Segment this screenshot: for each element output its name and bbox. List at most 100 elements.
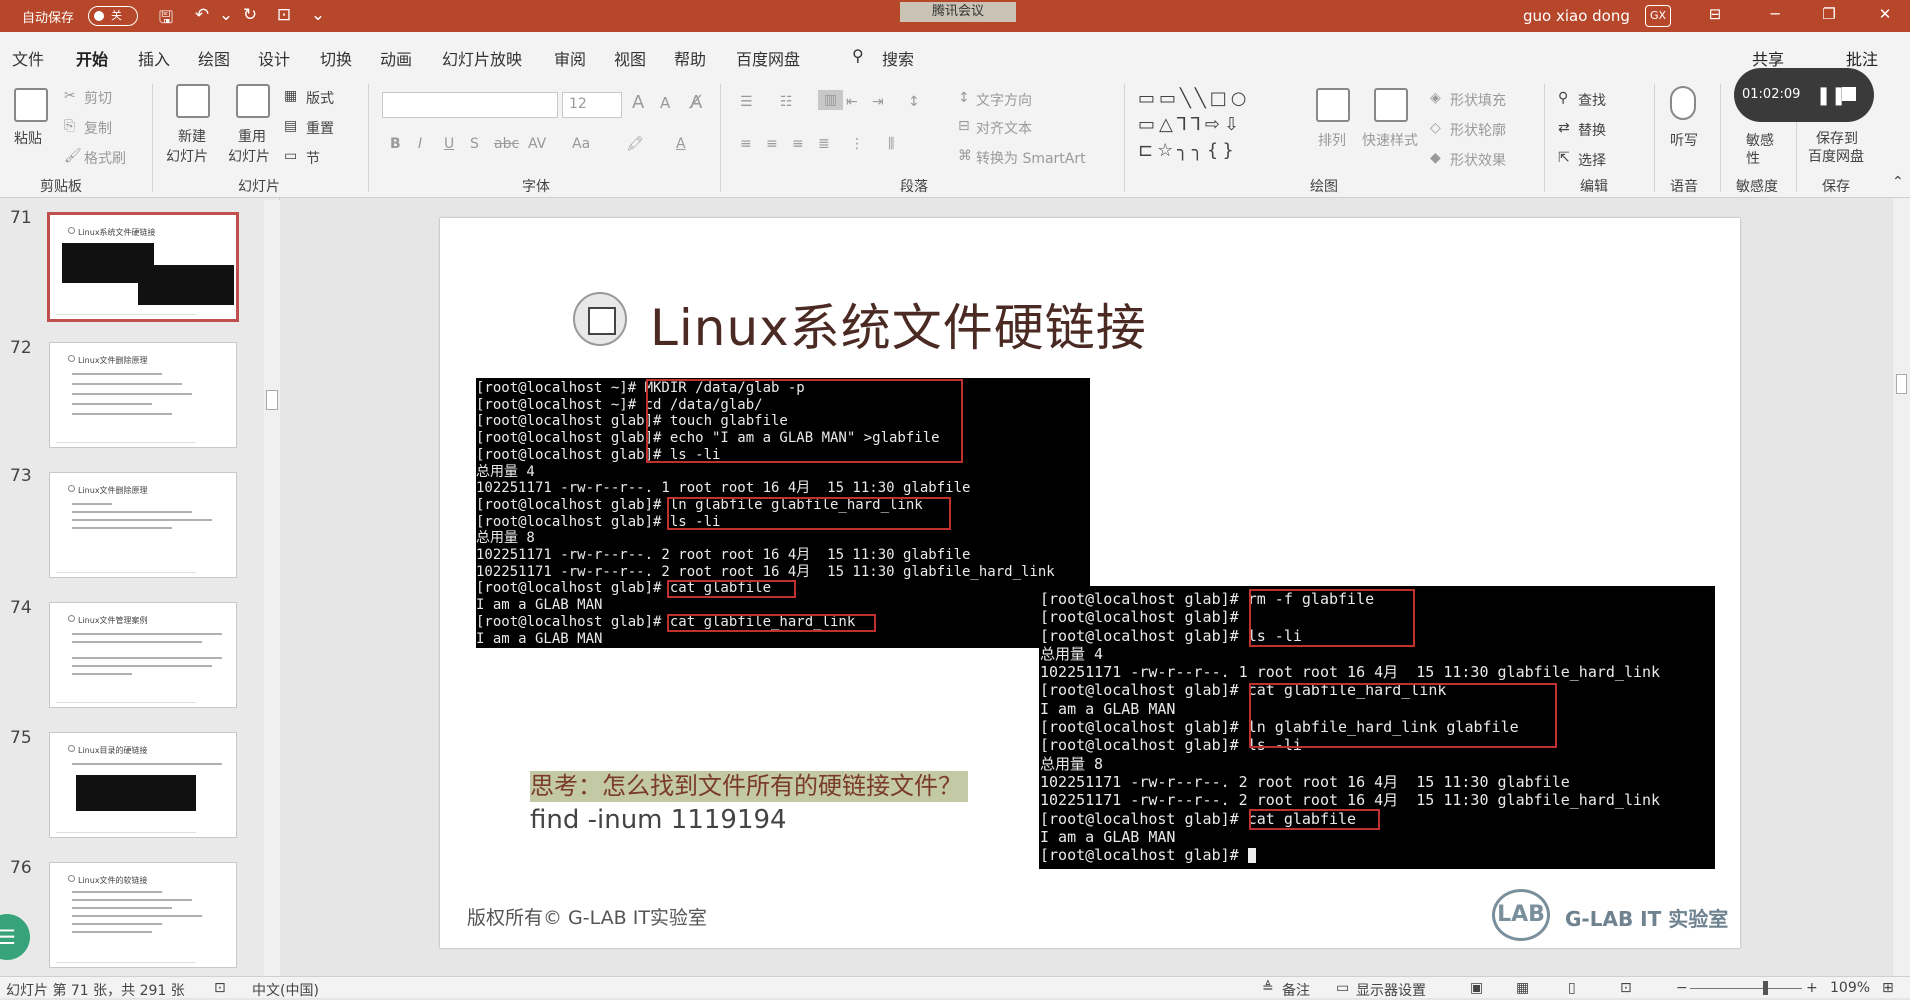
increase-indent-icon[interactable]: ⇥ (872, 94, 884, 110)
zoom-slider-knob[interactable] (1762, 981, 1768, 995)
copy-icon[interactable]: ⎘ (64, 118, 75, 134)
text-direction-icon[interactable]: ↕ (958, 90, 970, 106)
tab-home[interactable]: 开始 (76, 46, 109, 78)
slide-sorter-icon[interactable]: ▦ (1516, 980, 1529, 996)
cut-icon[interactable]: ✂ (64, 88, 76, 104)
reuse-slides-button-2[interactable]: 幻灯片 (228, 146, 270, 166)
reuse-slides-button[interactable]: 重用 (238, 126, 266, 146)
thumbnail-scrollbar[interactable] (264, 200, 280, 976)
reset-button[interactable]: 重置 (306, 118, 334, 138)
shape-effects-icon[interactable]: ◆ (1430, 150, 1441, 166)
strikethrough-icon[interactable]: abc (494, 136, 519, 152)
save-icon[interactable]: 🖫 (154, 5, 178, 34)
font-name-input[interactable] (382, 92, 558, 118)
find-icon[interactable]: ⚲ (1558, 90, 1568, 106)
tab-help[interactable]: 帮助 (674, 46, 706, 70)
shape-outline-icon[interactable]: ◇ (1430, 120, 1441, 136)
shape-fill-icon[interactable]: ◈ (1430, 90, 1441, 106)
bullets-icon[interactable]: ☰ (740, 94, 753, 110)
arrange-button[interactable]: 排列 (1318, 130, 1346, 150)
quick-styles-button[interactable]: 快速样式 (1362, 130, 1418, 150)
slide-thumbnail[interactable]: Linux目录的硬链接 (49, 732, 237, 838)
display-settings-button[interactable]: 显示器设置 (1356, 980, 1426, 1000)
align-center-icon[interactable]: ≡ (766, 136, 778, 152)
shape-fill-button[interactable]: 形状填充 (1450, 90, 1506, 110)
change-case-icon[interactable]: Aa (572, 136, 590, 152)
align-text-icon[interactable]: ⊟ (958, 118, 970, 134)
slide-thumbnail[interactable]: Linux文件删除原理 (49, 342, 237, 448)
tab-review[interactable]: 审阅 (554, 46, 586, 70)
align-left-icon[interactable]: ≡ (740, 136, 752, 152)
avatar[interactable]: GX (1645, 5, 1671, 27)
share-button[interactable]: 共享 (1752, 46, 1784, 70)
highlight-icon[interactable]: 🖍 (626, 136, 644, 152)
new-slide-button-2[interactable]: 幻灯片 (166, 146, 208, 166)
font-size-input[interactable]: 12 (562, 92, 622, 118)
language-indicator[interactable]: 中文(中国) (252, 980, 319, 1000)
new-slide-button[interactable]: 新建 (178, 126, 206, 146)
distribute-icon[interactable]: ⋮ (850, 136, 864, 152)
quick-styles-icon[interactable] (1374, 88, 1408, 122)
find-command-text[interactable]: find -inum 1119194 (530, 805, 787, 835)
restore-icon[interactable]: ❐ (1814, 5, 1844, 23)
smartart-button[interactable]: 转换为 SmartArt (976, 148, 1086, 168)
align-text-button[interactable]: 对齐文本 (976, 118, 1032, 138)
fit-slide-icon[interactable]: ⊞ (1882, 980, 1894, 996)
zoom-level[interactable]: 109% (1830, 980, 1870, 996)
format-painter-icon[interactable]: 🖌 (64, 148, 82, 164)
shadow-icon[interactable]: S (470, 136, 479, 152)
zoom-slider[interactable] (1690, 988, 1802, 989)
columns-dropdown-icon[interactable]: ⫼ (888, 136, 894, 152)
paste-icon[interactable] (14, 88, 48, 122)
tab-baidu[interactable]: 百度网盘 (736, 46, 800, 70)
align-right-icon[interactable]: ≡ (792, 136, 804, 152)
replace-icon[interactable]: ⇄ (1558, 120, 1570, 136)
font-color-icon[interactable]: A (676, 136, 686, 152)
bold-icon[interactable]: B (390, 136, 401, 152)
columns-icon[interactable]: ▥ (818, 90, 844, 110)
char-spacing-icon[interactable]: AV (528, 136, 546, 152)
section-button[interactable]: 节 (306, 148, 320, 168)
ribbon-display-icon[interactable]: ⊟ (1700, 5, 1730, 23)
tab-transitions[interactable]: 切换 (320, 46, 352, 70)
notes-button[interactable]: 备注 (1282, 980, 1310, 1000)
undo-dropdown-icon[interactable]: ⌄ (214, 5, 238, 25)
redo-icon[interactable]: ↻ (238, 5, 262, 25)
reuse-slides-icon[interactable] (236, 84, 270, 118)
format-painter-button[interactable]: 格式刷 (84, 148, 126, 168)
stop-icon[interactable] (1842, 87, 1856, 101)
grow-font-icon[interactable]: A (632, 92, 644, 113)
new-slide-icon[interactable] (176, 84, 210, 118)
save-to-baidu-button-2[interactable]: 百度网盘 (1808, 146, 1864, 166)
shape-outline-button[interactable]: 形状轮廓 (1450, 120, 1506, 140)
dictate-button[interactable]: 听写 (1670, 130, 1698, 150)
section-icon[interactable]: ▭ (284, 148, 297, 164)
text-direction-button[interactable]: 文字方向 (976, 90, 1032, 110)
clear-format-icon[interactable]: A̸ (690, 92, 702, 113)
layout-icon[interactable]: ▦ (284, 88, 297, 104)
tab-draw[interactable]: 绘图 (198, 46, 230, 70)
save-to-baidu-button[interactable]: 保存到 (1816, 128, 1858, 148)
numbering-icon[interactable]: ☷ (780, 94, 793, 110)
scroll-knob[interactable] (1896, 374, 1907, 394)
paste-button[interactable]: 粘贴 (14, 128, 42, 148)
zoom-out-button[interactable]: − (1676, 980, 1688, 996)
slide-thumbnail[interactable]: Linux文件管理案例 (49, 602, 237, 708)
layout-button[interactable]: 版式 (306, 88, 334, 108)
line-spacing-icon[interactable]: ↕ (908, 94, 920, 110)
smartart-icon[interactable]: ⌘ (958, 148, 972, 164)
tab-view[interactable]: 视图 (614, 46, 646, 70)
display-settings-icon[interactable]: ▭ (1336, 980, 1349, 996)
tab-insert[interactable]: 插入 (138, 46, 170, 70)
user-name[interactable]: guo xiao dong (1523, 7, 1630, 25)
shape-effects-button[interactable]: 形状效果 (1450, 150, 1506, 170)
select-button[interactable]: 选择 (1578, 150, 1606, 170)
arrange-icon[interactable] (1316, 88, 1350, 122)
accessibility-icon[interactable]: ⊡ (214, 980, 226, 996)
customize-icon[interactable]: ⌄ (306, 5, 330, 25)
tab-design[interactable]: 设计 (258, 46, 290, 70)
question-text[interactable]: 思考：怎么找到文件所有的硬链接文件？ (530, 771, 968, 802)
reset-icon[interactable]: ▤ (284, 118, 297, 134)
autosave-toggle[interactable]: 关 (88, 6, 138, 26)
editor-scrollbar[interactable] (1893, 198, 1910, 976)
